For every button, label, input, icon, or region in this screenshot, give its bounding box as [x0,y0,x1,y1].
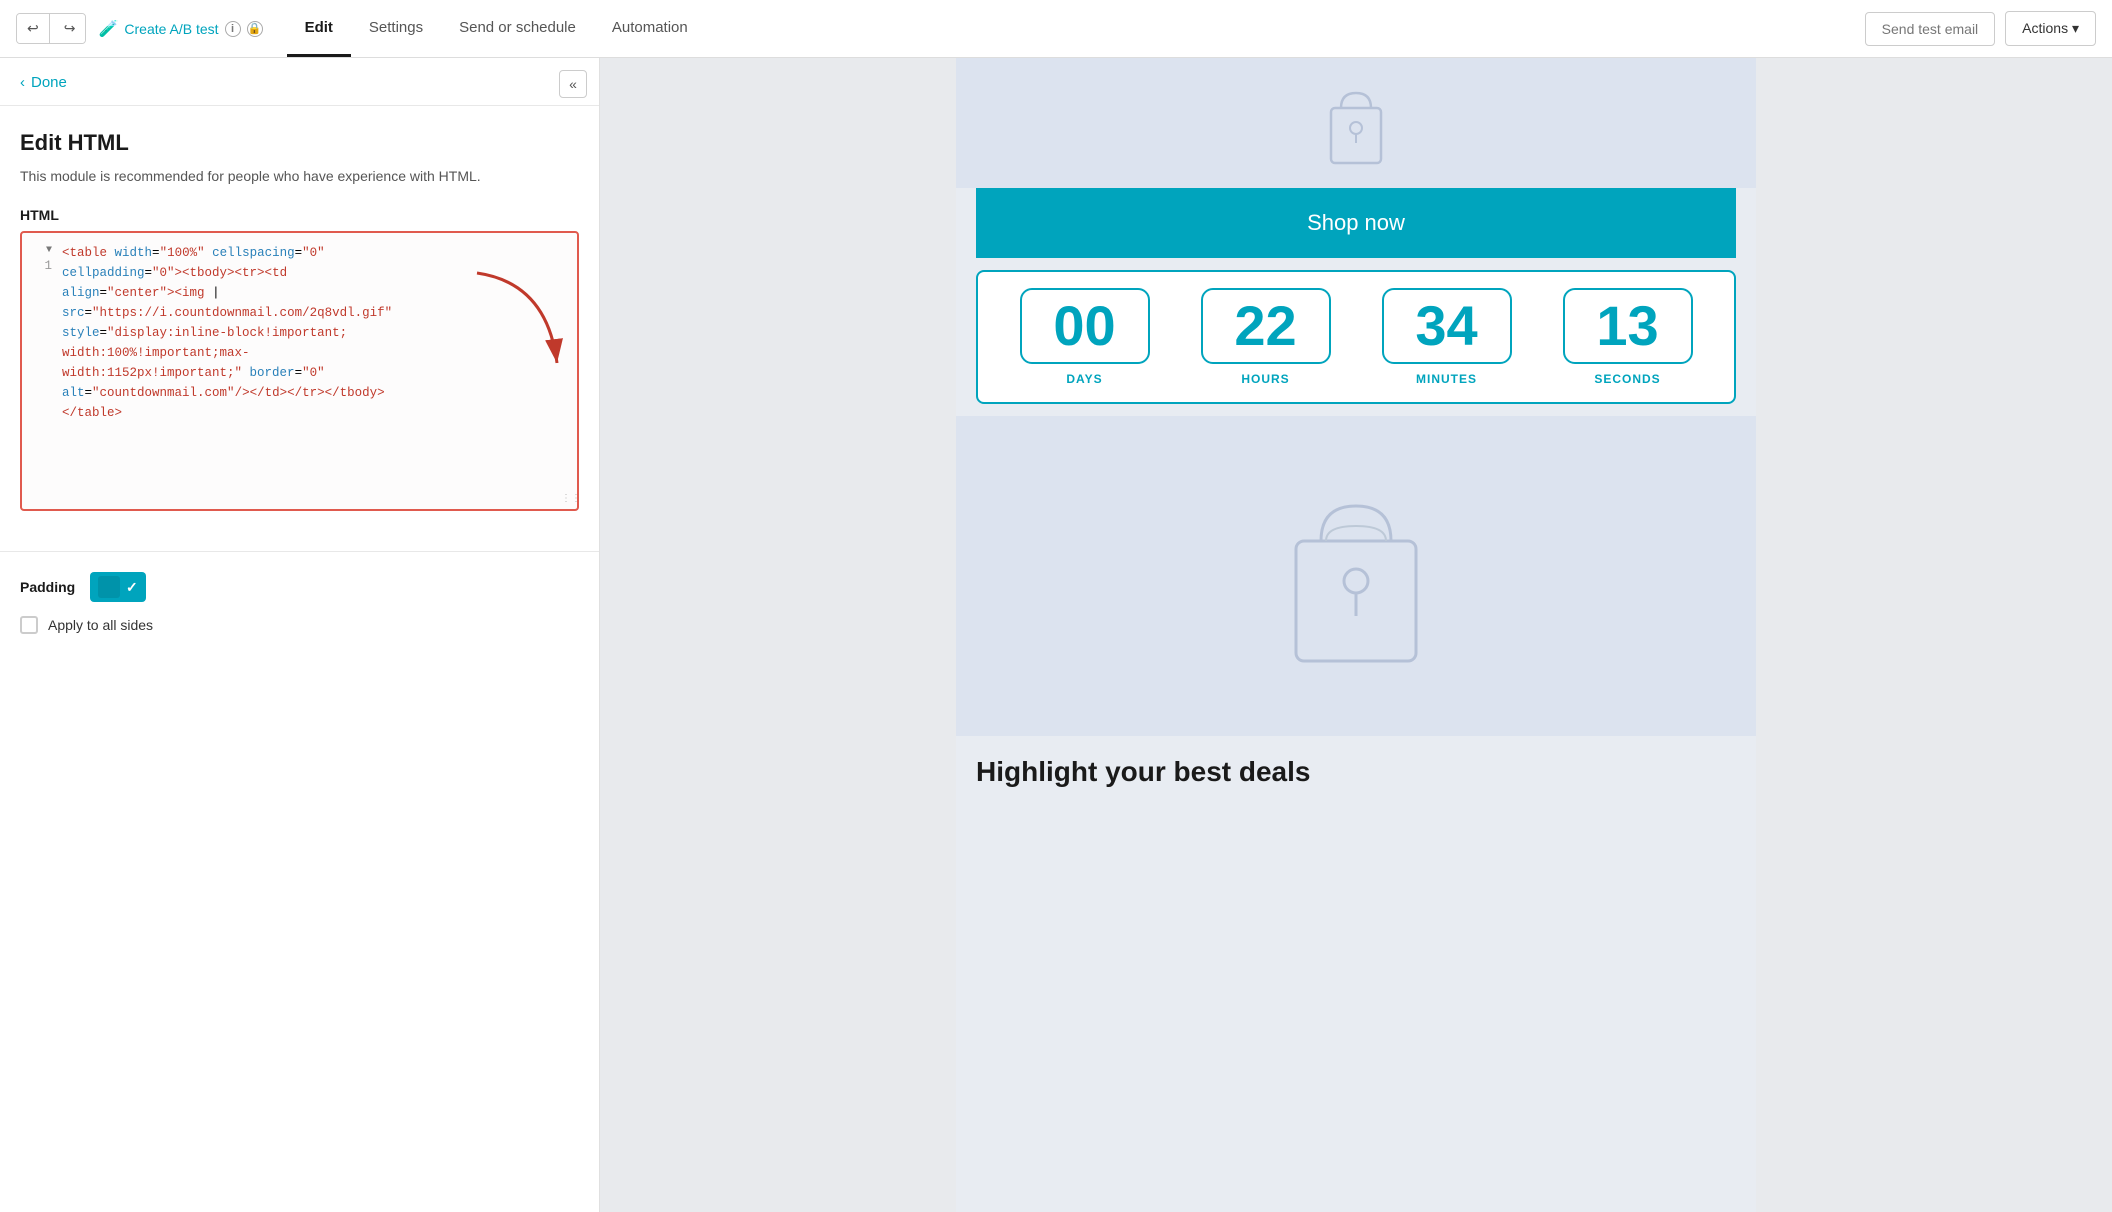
right-panel-preview: Shop now 00 DAYS 22 HOURS 34 MINUTES 13 … [600,58,2112,1212]
days-number: 00 [1020,288,1150,364]
padding-section: Padding ✓ Apply to all sides [0,551,599,654]
seconds-label: SECONDS [1594,372,1660,386]
collapse-panel-button[interactable]: « [559,70,587,98]
padding-toggle[interactable]: ✓ [90,572,146,602]
code-content-area[interactable]: <table width="100%" cellspacing="0" cell… [62,243,567,423]
code-line-6: width:100%!important;max- [62,343,567,363]
apply-all-checkbox[interactable] [20,616,38,634]
code-line-4: src="https://i.countdownmail.com/2q8vdl.… [62,303,567,323]
code-collapse-triangle: ▼ [46,245,52,256]
countdown-seconds: 13 SECONDS [1563,288,1693,386]
done-link[interactable]: ‹ Done [0,58,599,106]
highlight-title: Highlight your best deals [956,736,1756,798]
top-bag-icon [1306,73,1406,173]
preview-top-image [956,58,1756,188]
flask-icon: 🧪 [98,19,118,39]
undo-redo-group: ↩ ↪ [16,13,86,44]
code-line-8: alt="countdownmail.com"/></td></tr></tbo… [62,383,567,403]
bottom-bag-icon [1266,476,1446,676]
email-preview: Shop now 00 DAYS 22 HOURS 34 MINUTES 13 … [956,58,1756,1212]
minutes-number: 34 [1382,288,1512,364]
top-navigation: ↩ ↪ 🧪 Create A/B test i 🔒 Edit Settings … [0,0,2112,58]
days-label: DAYS [1066,372,1102,386]
code-line-2: cellpadding="0"><tbody><tr><td [62,263,567,283]
line-number-1: 1 [32,256,52,276]
lock-icon: 🔒 [247,21,263,37]
html-code-editor[interactable]: ▼ 1 <table width="100%" cellspacing="0" … [20,231,579,511]
tab-automation[interactable]: Automation [594,0,706,57]
resize-handle[interactable]: ⋮⋮ [561,493,573,505]
seconds-number: 13 [1563,288,1693,364]
done-label: Done [31,74,67,91]
countdown-minutes: 34 MINUTES [1382,288,1512,386]
countdown-hours: 22 HOURS [1201,288,1331,386]
ab-test-link[interactable]: 🧪 Create A/B test i 🔒 [98,19,262,39]
redo-button[interactable]: ↪ [54,14,86,43]
code-line-9: </table> [62,403,567,423]
countdown-container: 00 DAYS 22 HOURS 34 MINUTES 13 SECONDS [976,270,1736,404]
code-line-1: <table width="100%" cellspacing="0" [62,243,567,263]
code-line-5: style="display:inline-block!important; [62,323,567,343]
send-test-email-button[interactable]: Send test email [1865,12,1996,46]
toggle-color-box [98,576,120,598]
hours-label: HOURS [1241,372,1289,386]
tab-settings[interactable]: Settings [351,0,441,57]
padding-row: Padding ✓ [20,572,579,602]
apply-all-label: Apply to all sides [48,617,153,633]
edit-html-title: Edit HTML [20,130,579,156]
nav-action-buttons: Send test email Actions ▾ [1865,11,2096,46]
actions-button[interactable]: Actions ▾ [2005,11,2096,46]
countdown-days: 00 DAYS [1020,288,1150,386]
padding-label: Padding [20,579,80,595]
ab-test-label: Create A/B test [124,21,218,37]
info-icon: i [225,21,241,37]
shop-now-button[interactable]: Shop now [976,188,1736,258]
main-layout: « ‹ Done Edit HTML This module is recomm… [0,58,2112,1212]
tab-edit[interactable]: Edit [287,0,351,57]
edit-html-description: This module is recommended for people wh… [20,166,579,187]
toggle-checkmark: ✓ [126,579,138,596]
code-line-7: width:1152px!important;" border="0" [62,363,567,383]
panel-content: Edit HTML This module is recommended for… [0,106,599,535]
code-line-3: align="center"><img | [62,283,567,303]
html-field-label: HTML [20,207,579,223]
preview-bottom-image [956,416,1756,736]
hours-number: 22 [1201,288,1331,364]
chevron-left-icon: ‹ [20,74,25,91]
apply-all-row: Apply to all sides [20,616,579,634]
undo-button[interactable]: ↩ [17,14,50,43]
left-panel: « ‹ Done Edit HTML This module is recomm… [0,58,600,1212]
minutes-label: MINUTES [1416,372,1477,386]
nav-tabs: Edit Settings Send or schedule Automatio… [287,0,1853,57]
tab-send-schedule[interactable]: Send or schedule [441,0,594,57]
